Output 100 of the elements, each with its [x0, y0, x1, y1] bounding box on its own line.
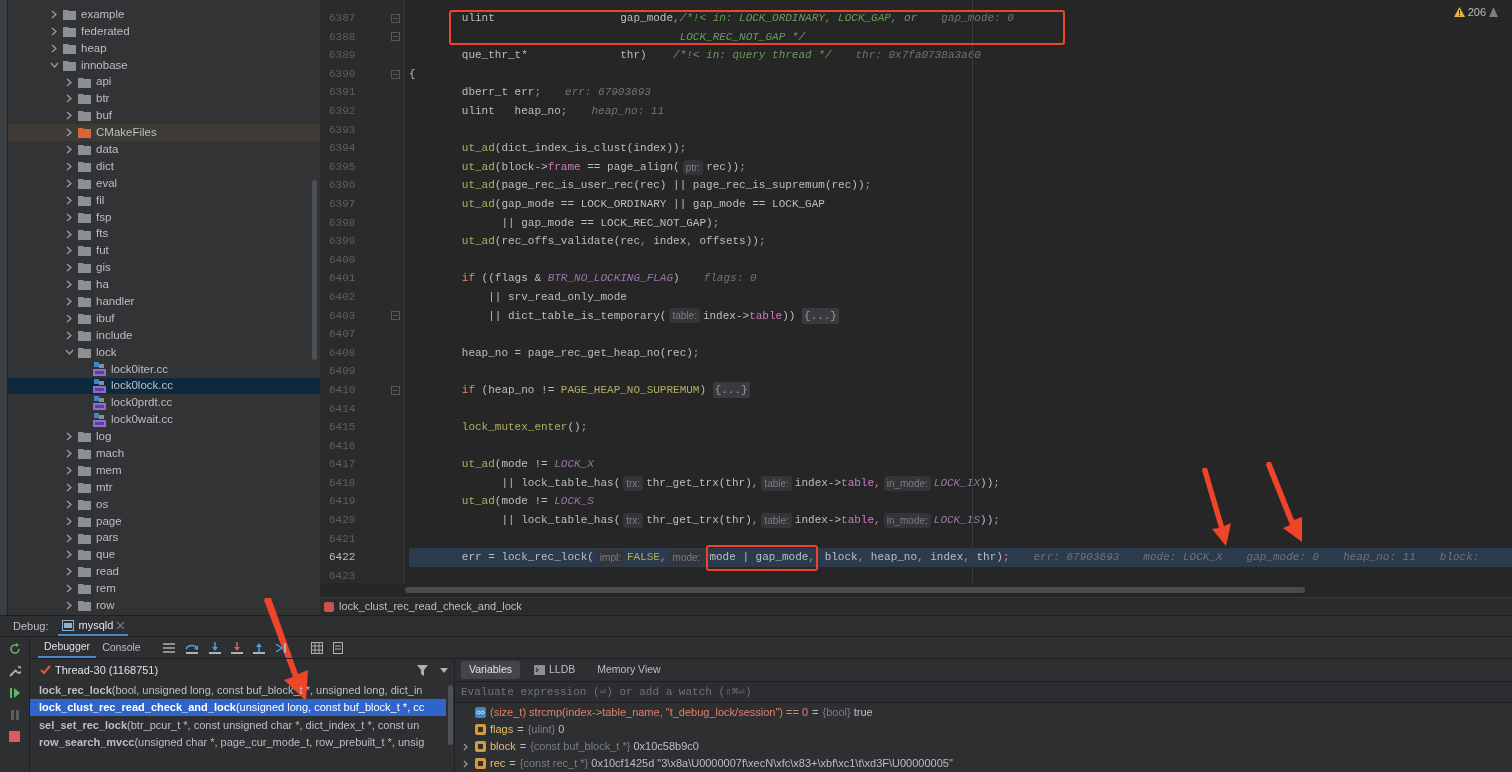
tree-item[interactable]: ha [8, 276, 320, 294]
tree-item[interactable]: lock0wait.cc [8, 411, 320, 429]
code-text: index->table, [794, 513, 881, 529]
tree-item[interactable]: innobase [8, 56, 320, 74]
tree-item[interactable]: data [8, 141, 320, 158]
tree-item[interactable]: mach [8, 445, 320, 463]
force-step-into-icon[interactable] [230, 641, 243, 654]
cpp-file-icon [93, 379, 106, 394]
variable-entry[interactable]: rec = {const rec_t *} 0x10cf1425d "3\x8a\U0000007f\xecN\xfc\x83+\xbf\xc1\t\xd3F\U00000005" [490, 755, 953, 772]
tree-item[interactable]: fut [8, 242, 320, 260]
tab[interactable]: LLDB [526, 661, 584, 679]
tree-item[interactable]: ibuf [8, 310, 320, 327]
line-number: 6396 [329, 178, 356, 194]
tree-item[interactable]: fts [8, 225, 320, 243]
tree-item[interactable]: CMakeFiles [8, 124, 320, 142]
fold-marker-icon[interactable] [391, 13, 400, 23]
thread-selector[interactable]: Thread-30 (1168751) [55, 661, 159, 679]
stack-frame[interactable]: sel_set_rec_lock(btr_pcur_t *, const unsigned char *, dict_index_t *, const un [30, 716, 446, 734]
parameter-hint: table: [669, 308, 700, 324]
tree-item[interactable]: lock0lock.cc [8, 377, 320, 395]
tab[interactable]: Memory View [589, 661, 669, 679]
tab[interactable]: Console [96, 637, 147, 658]
tree-item[interactable]: fsp [8, 208, 320, 226]
run-to-cursor-icon[interactable] [274, 641, 287, 654]
tree-item[interactable]: example [8, 6, 320, 23]
line-number: 6387 [329, 11, 356, 27]
fold-marker-icon[interactable] [391, 69, 400, 79]
tree-item[interactable]: fil [8, 191, 320, 209]
folder-icon [78, 228, 91, 240]
tree-item[interactable]: federated [8, 22, 320, 40]
filter-icon[interactable] [417, 664, 428, 676]
tree-item[interactable]: que [8, 546, 320, 564]
folded-code[interactable]: {...} [801, 307, 839, 325]
stack-frame[interactable]: lock_clust_rec_read_check_and_lock(unsigned long, const buf_block_t *, cc [30, 698, 446, 716]
scrollbar-thumb[interactable] [312, 180, 317, 360]
folder-icon [78, 245, 91, 257]
chevron-down-icon[interactable] [63, 349, 75, 356]
variable-entry[interactable]: (size_t) strcmp(index->table_name, "t_debug_lock/session") == 0 = {bool} true [490, 704, 873, 721]
line-number: 6409 [329, 364, 356, 380]
close-icon[interactable] [117, 621, 125, 629]
tree-item[interactable]: log [8, 428, 320, 446]
warning-count[interactable]: 206 [1467, 4, 1486, 21]
horizontal-scrollbar[interactable] [405, 587, 1305, 593]
tab[interactable]: Debugger [38, 637, 97, 658]
list-icon[interactable] [162, 642, 175, 653]
folder-icon [78, 498, 91, 510]
tree-item[interactable]: handler [8, 293, 320, 311]
lines-icon[interactable] [332, 641, 343, 654]
rerun-icon[interactable] [8, 643, 21, 655]
fold-marker-icon[interactable] [391, 385, 400, 395]
tree-item[interactable]: include [8, 326, 320, 344]
folder-icon [78, 549, 91, 561]
wrench-icon[interactable] [8, 665, 21, 677]
caret-icon[interactable] [440, 667, 448, 673]
line-number: 6400 [329, 252, 356, 268]
code-text: thr_get_trx(thr), [646, 513, 759, 529]
table-icon[interactable] [310, 641, 323, 654]
tree-item[interactable]: page [8, 512, 320, 530]
tree-item[interactable]: buf [8, 107, 320, 125]
tree-item[interactable]: gis [8, 259, 320, 277]
variable-icon [475, 724, 486, 735]
folded-code[interactable]: {...} [712, 381, 750, 399]
tree-item[interactable]: pars [8, 529, 320, 547]
step-into-icon[interactable] [208, 641, 221, 654]
folder-icon [78, 465, 91, 476]
scrollbar-thumb[interactable] [448, 685, 453, 745]
tree-item[interactable]: mtr [8, 478, 320, 496]
stack-frame[interactable]: row_search_mvcc(unsigned char *, page_cur_mode_t, row_prebuilt_t *, unsig [30, 733, 446, 751]
session-tab[interactable]: mysqld [58, 616, 129, 636]
tree-item[interactable]: lock0prdt.cc [8, 394, 320, 412]
variable-entry[interactable]: block = {const buf_block_t *} 0x10c58b9c0 [490, 738, 699, 755]
fold-marker-icon[interactable] [391, 311, 400, 321]
warning-icon [1489, 7, 1498, 18]
tree-item[interactable]: eval [8, 174, 320, 192]
tree-item[interactable]: lock0iter.cc [8, 360, 320, 378]
folder-icon [78, 211, 91, 223]
fold-marker-icon[interactable] [391, 32, 400, 42]
tree-item[interactable]: btr [8, 90, 320, 108]
tree-item[interactable]: os [8, 495, 320, 513]
tree-item[interactable]: mem [8, 462, 320, 479]
breadcrumb[interactable]: lock_clust_rec_read_check_and_lock [339, 598, 522, 615]
step-out-icon[interactable] [252, 641, 265, 654]
code-text: ut_ad(rec_offs_validate(rec, index, offsets)); [460, 234, 766, 250]
tree-item[interactable]: row [8, 597, 320, 615]
chevron-down-icon[interactable] [48, 62, 60, 69]
tree-item[interactable]: rem [8, 580, 320, 598]
tree-item[interactable]: read [8, 563, 320, 581]
tab[interactable]: Variables [461, 661, 520, 679]
variable-entry[interactable]: flags = {ulint} 0 [490, 721, 565, 738]
tree-item[interactable]: api [8, 73, 320, 91]
resume-icon[interactable] [8, 687, 21, 699]
tree-item[interactable]: dict [8, 158, 320, 175]
line-number: 6397 [329, 197, 356, 212]
code-text: ut_ad(block->frame == page_align( [460, 159, 680, 175]
tree-item[interactable]: heap [8, 39, 320, 57]
evaluate-expression-field[interactable]: Evaluate expression (⏎) or add a watch (⇧⌘⏎) [455, 681, 1512, 703]
cpp-file-icon [93, 362, 106, 377]
line-number: 6410 [329, 382, 356, 398]
line-number: 6416 [329, 438, 356, 454]
tree-item[interactable]: lock [8, 343, 320, 361]
